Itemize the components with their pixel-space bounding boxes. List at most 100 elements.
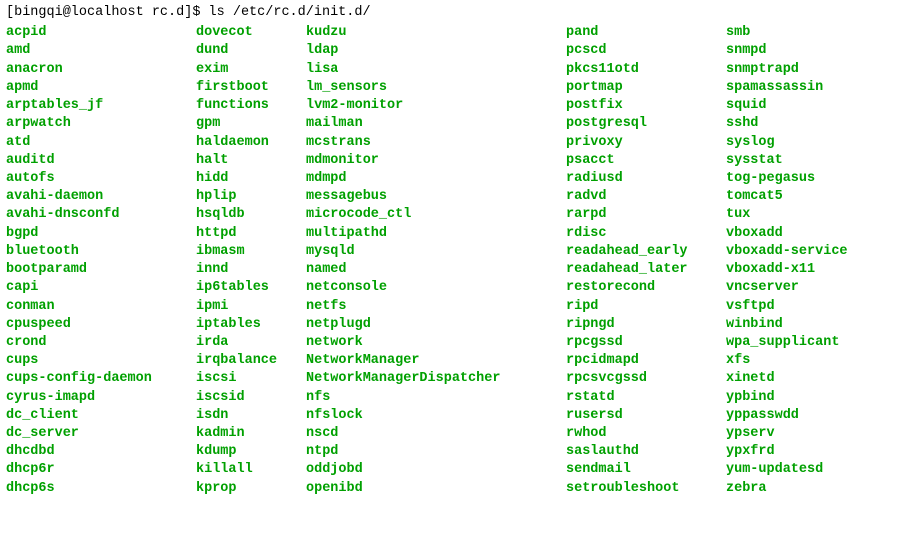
ls-entry: lvm2-monitor (306, 97, 566, 115)
ls-entry: pcscd (566, 42, 726, 60)
ls-entry: pand (566, 24, 726, 42)
ls-entry: cups-config-daemon (6, 370, 196, 388)
ls-entry: gpm (196, 115, 306, 133)
ls-entry: rpcgssd (566, 334, 726, 352)
ls-entry: dhcdbd (6, 443, 196, 461)
ls-entry: irqbalance (196, 352, 306, 370)
ls-entry: netplugd (306, 316, 566, 334)
ls-entry: cpuspeed (6, 316, 196, 334)
ls-entry: anacron (6, 61, 196, 79)
ls-entry: ibmasm (196, 243, 306, 261)
ls-entry: httpd (196, 225, 306, 243)
ls-entry: halt (196, 152, 306, 170)
ls-entry: nfslock (306, 407, 566, 425)
ls-entry: vboxadd-x11 (726, 261, 848, 279)
ls-entry: wpa_supplicant (726, 334, 848, 352)
ls-entry: yum-updatesd (726, 461, 848, 479)
ls-entry: atd (6, 134, 196, 152)
ls-entry: kprop (196, 480, 306, 498)
ls-entry: conman (6, 298, 196, 316)
ls-entry: apmd (6, 79, 196, 97)
ls-entry: tog-pegasus (726, 170, 848, 188)
ls-entry: dhcp6s (6, 480, 196, 498)
ls-entry: autofs (6, 170, 196, 188)
ls-column-4: pandpcscdpkcs11otdportmappostfixpostgres… (566, 24, 726, 498)
ls-entry: vboxadd (726, 225, 848, 243)
ls-entry: rarpd (566, 206, 726, 224)
ls-entry: mdmonitor (306, 152, 566, 170)
ls-entry: vsftpd (726, 298, 848, 316)
ls-entry: snmptrapd (726, 61, 848, 79)
ls-entry: microcode_ctl (306, 206, 566, 224)
ls-entry: lm_sensors (306, 79, 566, 97)
ls-entry: ypxfrd (726, 443, 848, 461)
ls-entry: lisa (306, 61, 566, 79)
ls-entry: sysstat (726, 152, 848, 170)
ls-entry: dhcp6r (6, 461, 196, 479)
ls-entry: vboxadd-service (726, 243, 848, 261)
ls-entry: arpwatch (6, 115, 196, 133)
ls-entry: netconsole (306, 279, 566, 297)
ls-entry: zebra (726, 480, 848, 498)
ls-entry: crond (6, 334, 196, 352)
ls-entry: restorecond (566, 279, 726, 297)
ls-entry: bgpd (6, 225, 196, 243)
ls-entry: ldap (306, 42, 566, 60)
ls-entry: ypserv (726, 425, 848, 443)
ls-entry: oddjobd (306, 461, 566, 479)
ls-entry: readahead_later (566, 261, 726, 279)
ls-entry: vncserver (726, 279, 848, 297)
ls-entry: firstboot (196, 79, 306, 97)
ls-entry: syslog (726, 134, 848, 152)
ls-entry: portmap (566, 79, 726, 97)
ls-entry: ripngd (566, 316, 726, 334)
ls-entry: dovecot (196, 24, 306, 42)
ls-entry: cups (6, 352, 196, 370)
ls-entry: dc_client (6, 407, 196, 425)
shell-command: ls /etc/rc.d/init.d/ (209, 5, 371, 20)
ls-entry: postfix (566, 97, 726, 115)
ls-entry: acpid (6, 24, 196, 42)
ls-entry: dc_server (6, 425, 196, 443)
ls-entry: rstatd (566, 389, 726, 407)
ls-entry: mailman (306, 115, 566, 133)
ls-entry: iscsi (196, 370, 306, 388)
ls-entry: ntpd (306, 443, 566, 461)
ls-entry: bootparamd (6, 261, 196, 279)
ls-entry: mysqld (306, 243, 566, 261)
ls-entry: tomcat5 (726, 188, 848, 206)
ls-entry: mcstrans (306, 134, 566, 152)
ls-entry: hplip (196, 188, 306, 206)
ls-entry: hsqldb (196, 206, 306, 224)
ls-entry: network (306, 334, 566, 352)
ls-entry: auditd (6, 152, 196, 170)
ls-entry: ripd (566, 298, 726, 316)
shell-prompt-line: [bingqi@localhost rc.d]$ ls /etc/rc.d/in… (6, 4, 908, 22)
ls-entry: cyrus-imapd (6, 389, 196, 407)
ls-entry: postgresql (566, 115, 726, 133)
ls-entry: kdump (196, 443, 306, 461)
ls-column-2: dovecotdundeximfirstbootfunctionsgpmhald… (196, 24, 306, 498)
ls-entry: kadmin (196, 425, 306, 443)
ls-entry: pkcs11otd (566, 61, 726, 79)
ls-entry: saslauthd (566, 443, 726, 461)
ls-entry: psacct (566, 152, 726, 170)
ls-entry: radvd (566, 188, 726, 206)
ls-entry: spamassassin (726, 79, 848, 97)
ls-entry: netfs (306, 298, 566, 316)
ls-entry: NetworkManager (306, 352, 566, 370)
ls-entry: sendmail (566, 461, 726, 479)
ls-entry: innd (196, 261, 306, 279)
ls-column-5: smbsnmpdsnmptrapdspamassassinsquidsshdsy… (726, 24, 848, 498)
ls-entry: sshd (726, 115, 848, 133)
ls-entry: haldaemon (196, 134, 306, 152)
ls-entry: killall (196, 461, 306, 479)
ls-entry: ipmi (196, 298, 306, 316)
ls-entry: setroubleshoot (566, 480, 726, 498)
ls-entry: capi (6, 279, 196, 297)
ls-entry: rpcsvcgssd (566, 370, 726, 388)
ls-entry: rdisc (566, 225, 726, 243)
ls-entry: exim (196, 61, 306, 79)
ls-entry: tux (726, 206, 848, 224)
ls-entry: iptables (196, 316, 306, 334)
